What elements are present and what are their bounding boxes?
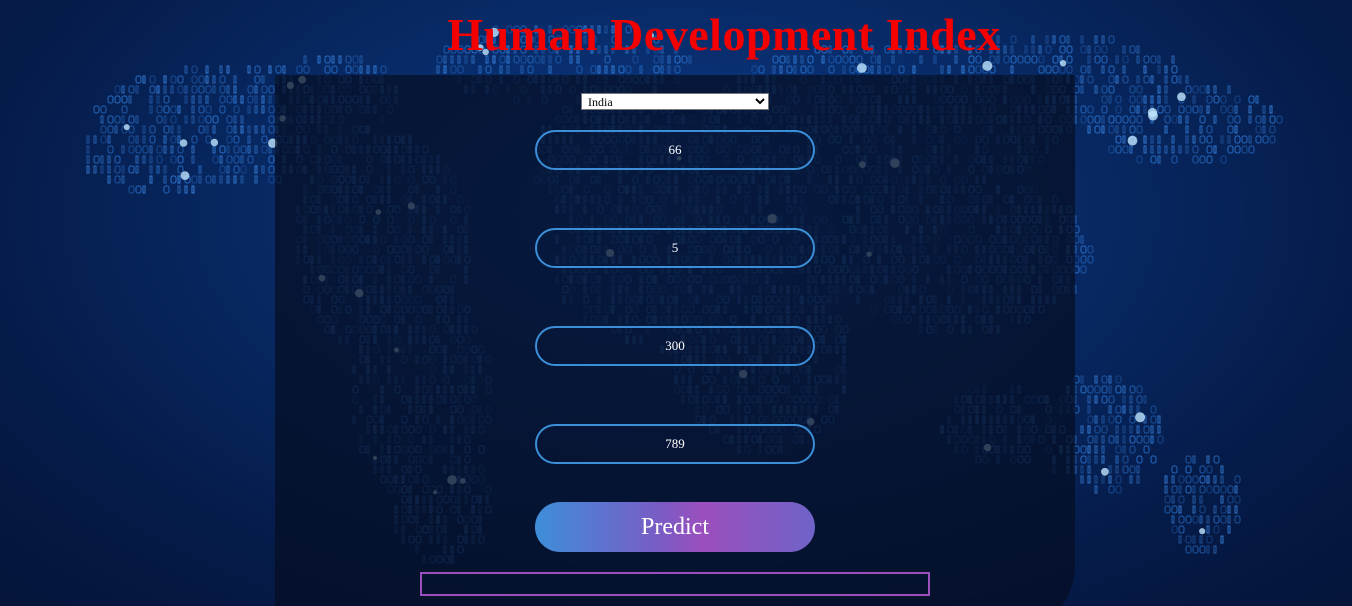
input-field-3[interactable]	[535, 326, 815, 366]
page-title: Human Development Index	[447, 9, 1001, 60]
input-field-1[interactable]	[535, 130, 815, 170]
prediction-result	[420, 572, 930, 596]
predict-button[interactable]: Predict	[535, 502, 815, 552]
country-select[interactable]: India	[581, 93, 769, 110]
input-field-2[interactable]	[535, 228, 815, 268]
input-field-4[interactable]	[535, 424, 815, 464]
